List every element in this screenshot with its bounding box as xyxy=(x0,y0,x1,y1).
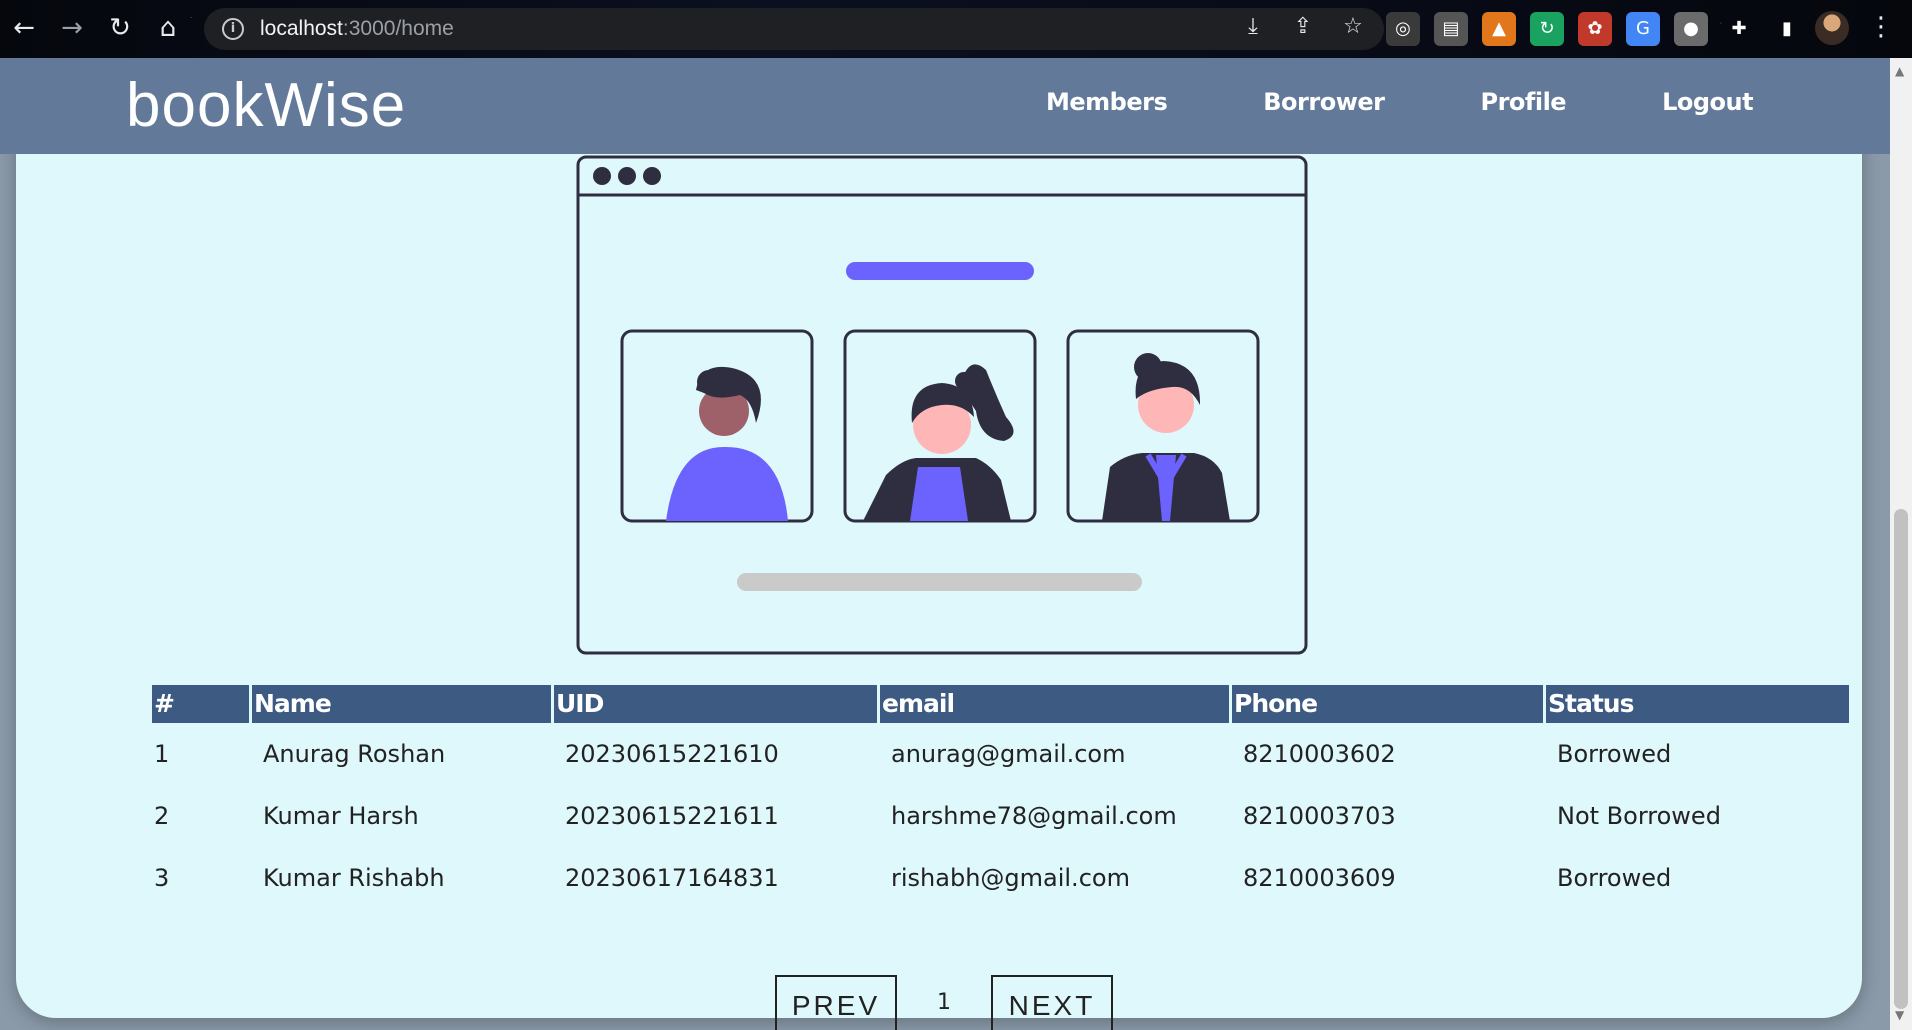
back-arrow-icon[interactable]: ← xyxy=(6,10,42,46)
cell-phone: 8210003602 xyxy=(1243,740,1396,768)
cell-email: harshme78@gmail.com xyxy=(891,802,1177,830)
metamask-fox-icon[interactable]: ▲ xyxy=(1482,12,1516,46)
column-header: # xyxy=(152,685,249,723)
page-viewport: bookWise Members Borrower Profile Logout xyxy=(0,58,1912,1030)
ext-green-icon[interactable]: ↻ xyxy=(1530,12,1564,46)
table-row: 3 Kumar Rishabh 20230617164831 rishabh@g… xyxy=(152,847,1849,909)
person-card-3 xyxy=(1066,329,1260,523)
title-bar-shape xyxy=(846,262,1034,280)
members-illustration xyxy=(576,155,1308,655)
profile-avatar[interactable] xyxy=(1815,11,1849,45)
cell-index: 2 xyxy=(154,802,170,830)
page-number: 1 xyxy=(937,989,951,1015)
share-icon[interactable]: ⇪ xyxy=(1290,14,1316,39)
vertical-scrollbar[interactable]: ▲ ▼ xyxy=(1890,58,1912,1030)
forward-arrow-icon[interactable]: → xyxy=(54,10,90,46)
scroll-up-icon[interactable]: ▲ xyxy=(1895,64,1904,78)
google-translate-icon[interactable]: G xyxy=(1626,12,1660,46)
window-dot-icon xyxy=(643,167,661,185)
cell-uid: 20230617164831 xyxy=(565,864,779,892)
cell-phone: 8210003609 xyxy=(1243,864,1396,892)
members-table: # Name UID email Phone Status 1 Anurag R… xyxy=(152,685,1849,909)
cell-name: Kumar Harsh xyxy=(263,802,419,830)
puzzle-extensions-icon[interactable]: ✚ xyxy=(1722,12,1756,46)
person-card-2 xyxy=(843,329,1037,523)
url-path: :3000/home xyxy=(342,17,454,40)
cell-status: Not Borrowed xyxy=(1557,802,1721,830)
nav-link-profile[interactable]: Profile xyxy=(1480,88,1566,116)
column-header: Name xyxy=(249,685,551,723)
ext-glasses-icon[interactable]: ◎ xyxy=(1386,12,1420,46)
ext-red-icon[interactable]: ✿ xyxy=(1578,12,1612,46)
site-info-icon[interactable]: i xyxy=(222,18,244,40)
home-icon[interactable]: ⌂ xyxy=(150,10,186,46)
nav-link-members[interactable]: Members xyxy=(1046,88,1168,116)
cell-status: Borrowed xyxy=(1557,740,1672,768)
table-header: # Name UID email Phone Status xyxy=(152,685,1849,723)
cell-uid: 20230615221611 xyxy=(565,802,779,830)
scroll-thumb[interactable] xyxy=(1894,509,1908,1009)
cell-name: Kumar Rishabh xyxy=(263,864,445,892)
reload-icon[interactable]: ↻ xyxy=(102,10,138,46)
brand-logo[interactable]: bookWise xyxy=(126,70,406,141)
column-header: UID xyxy=(551,685,877,723)
window-dot-icon xyxy=(618,167,636,185)
column-header: Status xyxy=(1543,685,1849,723)
browser-toolbar: ← → ↻ ⌂ i localhost:3000/home ⤓ ⇪ ☆ ◎ ▤ ▲ ↻… xyxy=(0,0,1912,58)
column-header: Phone xyxy=(1229,685,1543,723)
cell-email: anurag@gmail.com xyxy=(891,740,1126,768)
nav-link-logout[interactable]: Logout xyxy=(1662,88,1754,116)
more-menu-icon[interactable]: ⋮ xyxy=(1868,12,1894,42)
side-panel-icon[interactable]: ▮ xyxy=(1770,12,1804,46)
window-dot-icon xyxy=(593,167,611,185)
column-header: email xyxy=(877,685,1229,723)
prev-button[interactable]: PREV xyxy=(775,975,897,1030)
cell-index: 1 xyxy=(154,740,170,768)
extensions-bar: ◎ ▤ ▲ ↻ ✿ G ● ✚ ▮ xyxy=(1386,12,1804,46)
cell-index: 3 xyxy=(154,864,170,892)
nav-link-borrower[interactable]: Borrower xyxy=(1263,88,1385,116)
ext-gray-icon[interactable]: ● xyxy=(1674,12,1708,46)
navbar: bookWise Members Borrower Profile Logout xyxy=(0,58,1890,154)
cell-status: Borrowed xyxy=(1557,864,1672,892)
cell-uid: 20230615221610 xyxy=(565,740,779,768)
ext-doc-icon[interactable]: ▤ xyxy=(1434,12,1468,46)
next-button[interactable]: NEXT xyxy=(991,975,1113,1030)
cell-name: Anurag Roshan xyxy=(263,740,446,768)
address-bar[interactable]: i localhost:3000/home ⤓ ⇪ ☆ xyxy=(204,8,1384,50)
cell-email: rishabh@gmail.com xyxy=(891,864,1130,892)
install-icon[interactable]: ⤓ xyxy=(1240,14,1266,39)
url-host: localhost xyxy=(260,17,343,40)
cell-phone: 8210003703 xyxy=(1243,802,1396,830)
star-icon[interactable]: ☆ xyxy=(1340,14,1366,39)
table-row: 2 Kumar Harsh 20230615221611 harshme78@g… xyxy=(152,785,1849,847)
footer-bar-shape xyxy=(737,573,1142,591)
scroll-down-icon[interactable]: ▼ xyxy=(1895,1008,1904,1022)
pagination: PREV 1 NEXT xyxy=(775,975,1113,1030)
table-row: 1 Anurag Roshan 20230615221610 anurag@gm… xyxy=(152,723,1849,785)
person-card-1 xyxy=(620,329,814,523)
